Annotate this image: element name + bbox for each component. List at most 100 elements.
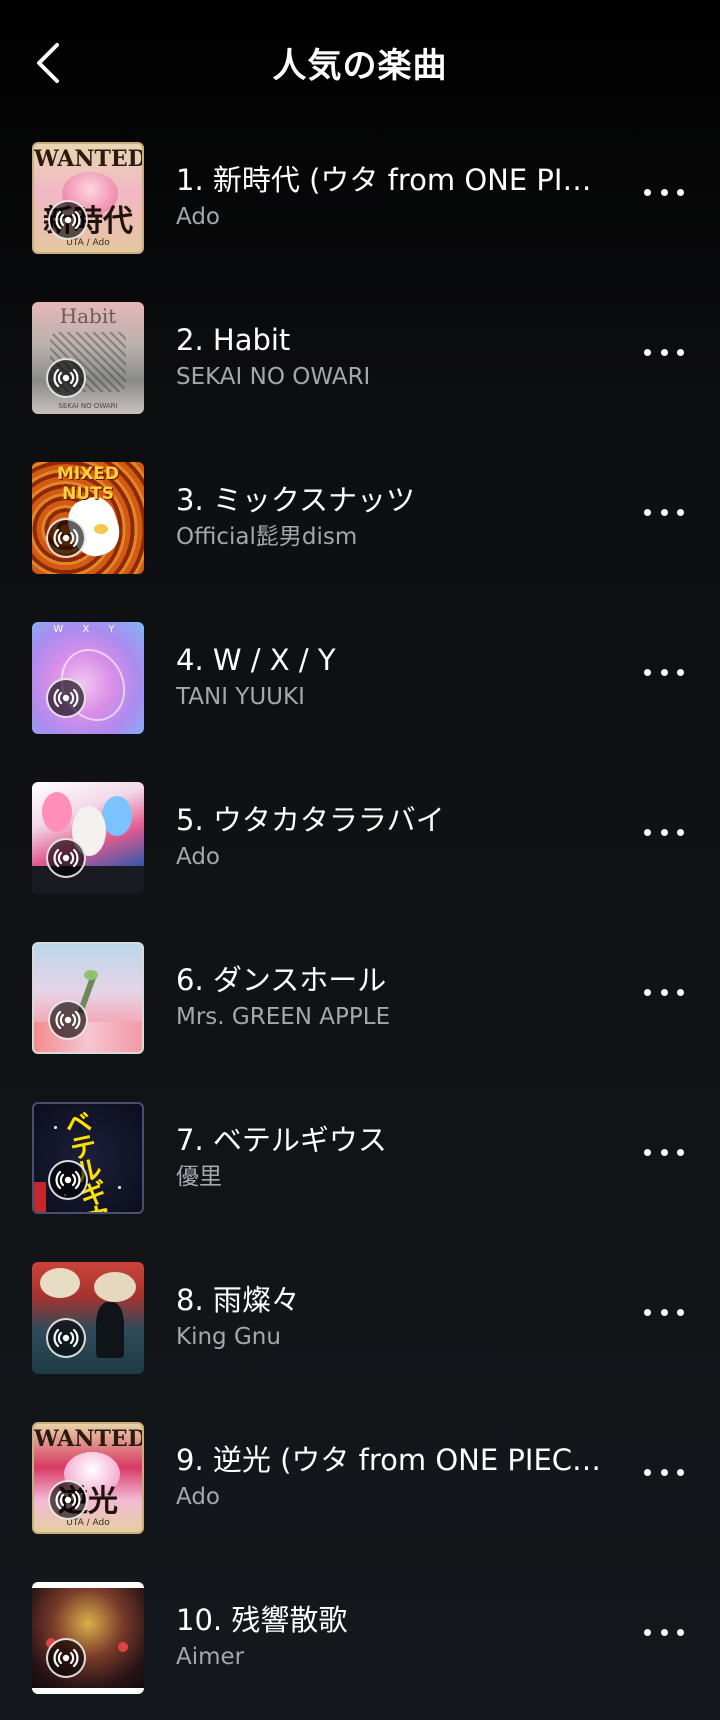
broadcast-icon — [48, 200, 88, 240]
more-options-button[interactable] — [644, 1618, 684, 1646]
album-art: ベテルギウス — [32, 1102, 144, 1214]
broadcast-icon — [46, 678, 86, 718]
more-horizontal-icon — [660, 1628, 668, 1636]
more-horizontal-icon — [677, 1148, 684, 1156]
track-row[interactable]: WANTED 新時代 UTA / Ado 1. 新時代 (ウタ from ONE… — [0, 128, 720, 288]
album-art: MIXED NUTS — [32, 462, 144, 574]
more-horizontal-icon — [677, 508, 684, 516]
track-artist: Ado — [176, 1484, 221, 1510]
more-horizontal-icon — [644, 1308, 651, 1316]
more-horizontal-icon — [677, 668, 684, 676]
album-art-text: UTA / Ado — [66, 238, 110, 248]
more-horizontal-icon — [644, 1628, 651, 1636]
more-horizontal-icon — [677, 188, 684, 196]
track-row[interactable]: MIXED NUTS 3. ミックスナッツ Official髭男dism — [0, 448, 720, 608]
more-options-button[interactable] — [644, 338, 684, 366]
broadcast-icon — [48, 1000, 88, 1040]
more-horizontal-icon — [677, 988, 684, 996]
more-horizontal-icon — [677, 1468, 684, 1476]
broadcast-icon — [48, 1480, 88, 1520]
track-artist: Ado — [176, 204, 221, 230]
more-horizontal-icon — [644, 668, 651, 676]
header: 人気の楽曲 — [0, 0, 720, 128]
album-art-text: Habit — [59, 304, 117, 328]
more-horizontal-icon — [677, 348, 684, 356]
track-artist: Mrs. GREEN APPLE — [176, 1004, 391, 1030]
track-artist: SEKAI NO OWARI — [176, 364, 371, 390]
album-art-text: WANTED — [34, 1426, 144, 1452]
more-horizontal-icon — [660, 508, 668, 516]
more-options-button[interactable] — [644, 178, 684, 206]
track-row[interactable]: 6. ダンスホール Mrs. GREEN APPLE — [0, 928, 720, 1088]
track-list: WANTED 新時代 UTA / Ado 1. 新時代 (ウタ from ONE… — [0, 128, 720, 1720]
broadcast-icon — [46, 1318, 86, 1358]
track-row[interactable]: Habit SEKAI NO OWARI 2. Habit SEKAI NO O… — [0, 288, 720, 448]
track-row[interactable]: W X Y 4. W / X / Y TANI YUUKI — [0, 608, 720, 768]
more-horizontal-icon — [660, 1148, 668, 1156]
more-horizontal-icon — [660, 988, 668, 996]
broadcast-icon — [46, 838, 86, 878]
track-row[interactable]: 8. 雨燦々 King Gnu — [0, 1248, 720, 1408]
more-horizontal-icon — [644, 348, 651, 356]
more-horizontal-icon — [644, 988, 651, 996]
more-options-button[interactable] — [644, 978, 684, 1006]
track-artist: Ado — [176, 844, 221, 870]
more-options-button[interactable] — [644, 818, 684, 846]
track-artist: King Gnu — [176, 1324, 281, 1350]
more-options-button[interactable] — [644, 658, 684, 686]
broadcast-icon — [46, 518, 86, 558]
more-horizontal-icon — [677, 1628, 684, 1636]
track-title: 8. 雨燦々 — [176, 1283, 300, 1317]
track-artist: Aimer — [176, 1644, 245, 1670]
track-row[interactable]: ベテルギウス 7. ベテルギウス 優里 — [0, 1088, 720, 1248]
broadcast-icon — [46, 1638, 86, 1678]
track-artist: Official髭男dism — [176, 524, 358, 550]
more-horizontal-icon — [644, 1148, 651, 1156]
more-options-button[interactable] — [644, 1298, 684, 1326]
album-art: WANTED 新時代 UTA / Ado — [32, 142, 144, 254]
track-title: 9. 逆光 (ウタ from ONE PIEC… — [176, 1443, 602, 1477]
more-options-button[interactable] — [644, 1458, 684, 1486]
track-row[interactable]: 10. 残響散歌 Aimer — [0, 1568, 720, 1720]
more-options-button[interactable] — [644, 498, 684, 526]
more-horizontal-icon — [644, 1468, 651, 1476]
album-art-text: SEKAI NO OWARI — [58, 402, 118, 410]
album-art — [32, 1262, 144, 1374]
more-horizontal-icon — [677, 1308, 684, 1316]
track-title: 5. ウタカタララバイ — [176, 803, 445, 837]
album-art-text: MIXED NUTS — [56, 464, 120, 504]
track-title: 3. ミックスナッツ — [176, 483, 416, 517]
more-horizontal-icon — [677, 828, 684, 836]
track-artist: TANI YUUKI — [176, 684, 305, 710]
more-horizontal-icon — [660, 828, 668, 836]
more-horizontal-icon — [644, 188, 651, 196]
broadcast-icon — [46, 358, 86, 398]
more-horizontal-icon — [660, 1468, 668, 1476]
more-horizontal-icon — [644, 508, 651, 516]
track-row[interactable]: WANTED 逆光 UTA / Ado 9. 逆光 (ウタ from ONE P… — [0, 1408, 720, 1568]
more-horizontal-icon — [660, 1308, 668, 1316]
more-horizontal-icon — [660, 188, 668, 196]
track-title: 4. W / X / Y — [176, 643, 336, 677]
track-title: 7. ベテルギウス — [176, 1123, 387, 1157]
album-art-text: W X Y — [53, 624, 123, 635]
album-art-text: UTA / Ado — [66, 1518, 110, 1528]
app-screen: 人気の楽曲 WANTED 新時代 UTA / Ado 1. 新時代 (ウタ fr… — [0, 0, 720, 1720]
more-options-button[interactable] — [644, 1138, 684, 1166]
album-art: W X Y — [32, 622, 144, 734]
broadcast-icon — [48, 1160, 88, 1200]
track-title: 2. Habit — [176, 323, 291, 357]
track-title: 1. 新時代 (ウタ from ONE PIE… — [176, 163, 606, 197]
album-art — [32, 782, 144, 894]
more-horizontal-icon — [660, 348, 668, 356]
more-horizontal-icon — [644, 828, 651, 836]
album-art — [32, 1582, 144, 1694]
album-art-text: WANTED — [34, 146, 144, 172]
track-row[interactable]: 5. ウタカタララバイ Ado — [0, 768, 720, 928]
album-art: Habit SEKAI NO OWARI — [32, 302, 144, 414]
page-title: 人気の楽曲 — [272, 46, 448, 86]
track-artist: 優里 — [176, 1164, 222, 1190]
more-horizontal-icon — [660, 668, 668, 676]
track-title: 6. ダンスホール — [176, 963, 387, 997]
track-title: 10. 残響散歌 — [176, 1603, 348, 1637]
